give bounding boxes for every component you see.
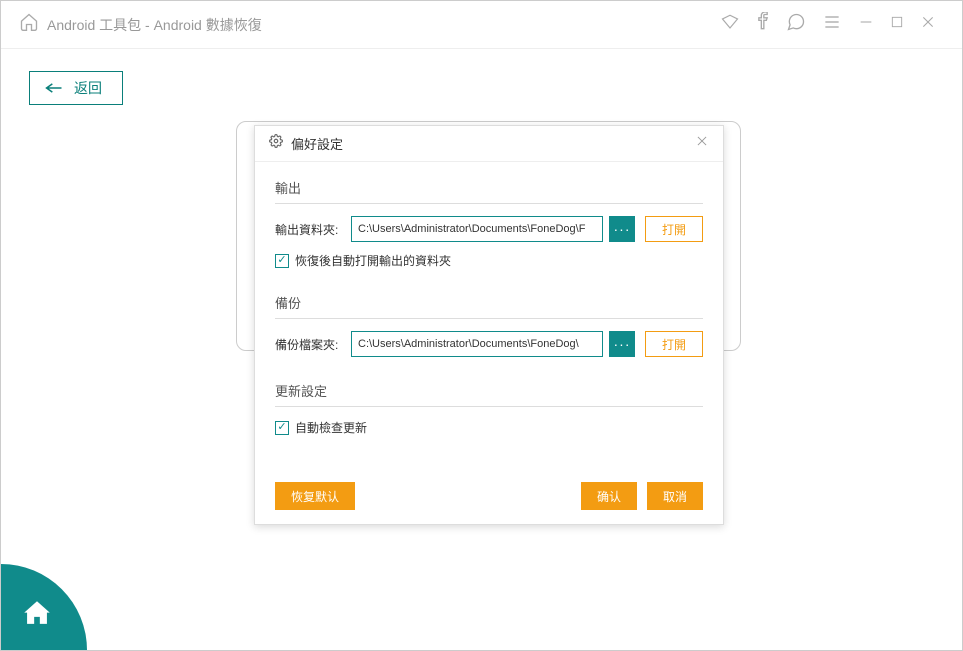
output-browse-button[interactable]: ··· <box>609 216 635 242</box>
minimize-icon[interactable] <box>858 14 874 35</box>
home-fab[interactable] <box>1 564 87 650</box>
restore-default-button[interactable]: 恢复默认 <box>275 482 355 510</box>
auto-open-checkbox[interactable] <box>275 254 289 268</box>
facebook-icon[interactable] <box>756 12 770 37</box>
gear-icon <box>269 134 283 153</box>
output-folder-input[interactable] <box>351 216 603 242</box>
update-section-label: 更新設定 <box>275 381 703 407</box>
backup-browse-button[interactable]: ··· <box>609 331 635 357</box>
chat-icon[interactable] <box>786 12 806 37</box>
output-folder-label: 輸出資料夾: <box>275 221 345 238</box>
back-label: 返回 <box>74 78 102 98</box>
backup-folder-input[interactable] <box>351 331 603 357</box>
auto-check-update-checkbox[interactable] <box>275 421 289 435</box>
wifi-icon[interactable] <box>720 13 740 36</box>
output-open-button[interactable]: 打開 <box>645 216 703 242</box>
cancel-button[interactable]: 取消 <box>647 482 703 510</box>
dialog-close-icon[interactable] <box>695 134 709 153</box>
dialog-header: 偏好設定 <box>255 126 723 162</box>
back-button[interactable]: 返回 <box>29 71 123 105</box>
titlebar: Android 工具包 - Android 數據恢復 <box>1 1 962 49</box>
close-icon[interactable] <box>920 14 936 35</box>
menu-icon[interactable] <box>822 12 842 37</box>
output-section-label: 輸出 <box>275 178 703 204</box>
home-icon[interactable] <box>19 12 39 37</box>
maximize-icon[interactable] <box>890 15 904 34</box>
auto-check-update-label: 自動檢查更新 <box>295 419 367 436</box>
backup-section-label: 備份 <box>275 293 703 319</box>
preferences-dialog: 偏好設定 輸出 輸出資料夾: ··· 打開 恢復後自動打開輸出的資料夾 備份 備… <box>254 125 724 525</box>
dialog-title: 偏好設定 <box>291 134 343 153</box>
auto-open-label: 恢復後自動打開輸出的資料夾 <box>295 252 451 269</box>
ok-button[interactable]: 确认 <box>581 482 637 510</box>
backup-folder-label: 備份檔案夾: <box>275 336 345 353</box>
backup-open-button[interactable]: 打開 <box>645 331 703 357</box>
app-title: Android 工具包 - Android 數據恢復 <box>47 15 262 35</box>
